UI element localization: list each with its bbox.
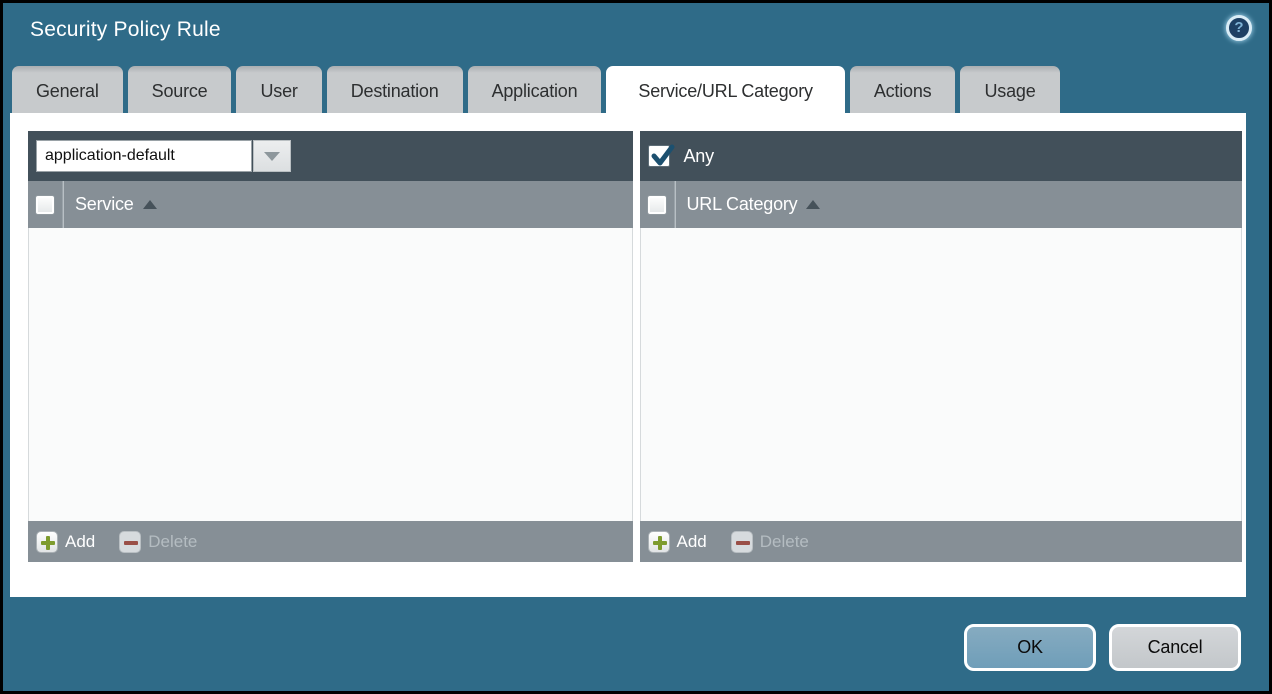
url-select-all-checkbox[interactable] [647, 195, 667, 215]
dialog-title: Security Policy Rule [30, 18, 221, 42]
service-type-input[interactable] [36, 140, 252, 172]
any-checkbox[interactable] [648, 145, 670, 167]
sort-ascending-icon[interactable] [806, 200, 820, 209]
service-select-all-cell [28, 181, 62, 228]
service-delete-button[interactable]: Delete [119, 531, 197, 553]
tab-bar: General Source User Destination Applicat… [12, 66, 1260, 115]
service-column-header[interactable]: Service [75, 194, 134, 215]
url-category-table-header: URL Category [640, 181, 1243, 228]
add-icon [648, 531, 670, 553]
url-category-column-header[interactable]: URL Category [687, 194, 798, 215]
url-category-list[interactable] [640, 228, 1243, 521]
delete-button-label: Delete [148, 532, 197, 552]
url-category-footer-toolbar: Add Delete [640, 521, 1243, 562]
add-button-label: Add [677, 532, 707, 552]
chevron-down-icon [264, 152, 280, 161]
service-select-bar [28, 131, 633, 181]
any-label: Any [684, 146, 714, 167]
column-separator [62, 181, 63, 228]
add-icon [36, 531, 58, 553]
service-type-dropdown-button[interactable] [253, 140, 291, 172]
add-button-label: Add [65, 532, 95, 552]
tab-content: Service Add Delete [10, 113, 1246, 597]
url-any-bar: Any [640, 131, 1243, 181]
column-separator [674, 181, 675, 228]
service-add-button[interactable]: Add [36, 531, 95, 553]
checkmark-icon [650, 142, 676, 168]
url-select-all-cell [640, 181, 674, 228]
service-table-header: Service [28, 181, 633, 228]
dialog-action-buttons: OK Cancel [964, 624, 1241, 671]
screenshot-root: Security Policy Rule ? General Source Us… [0, 0, 1272, 694]
delete-button-label: Delete [760, 532, 809, 552]
tab-destination[interactable]: Destination [327, 66, 463, 115]
service-footer-toolbar: Add Delete [28, 521, 633, 562]
tab-source[interactable]: Source [128, 66, 232, 115]
sort-ascending-icon[interactable] [143, 200, 157, 209]
cancel-button[interactable]: Cancel [1109, 624, 1241, 671]
delete-icon [119, 531, 141, 553]
ok-button[interactable]: OK [964, 624, 1096, 671]
help-icon[interactable]: ? [1226, 15, 1252, 41]
tab-usage[interactable]: Usage [960, 66, 1059, 115]
url-category-delete-button[interactable]: Delete [731, 531, 809, 553]
url-category-add-button[interactable]: Add [648, 531, 707, 553]
service-panel: Service Add Delete [28, 131, 633, 562]
service-list[interactable] [28, 228, 633, 521]
security-policy-rule-dialog: Security Policy Rule ? General Source Us… [3, 3, 1269, 691]
tab-application[interactable]: Application [468, 66, 602, 115]
tab-service-url-category[interactable]: Service/URL Category [606, 66, 844, 117]
tab-user[interactable]: User [236, 66, 321, 115]
tab-actions[interactable]: Actions [850, 66, 956, 115]
url-category-panel: Any URL Category Add [640, 131, 1243, 562]
tab-general[interactable]: General [12, 66, 123, 115]
delete-icon [731, 531, 753, 553]
service-select-all-checkbox[interactable] [35, 195, 55, 215]
